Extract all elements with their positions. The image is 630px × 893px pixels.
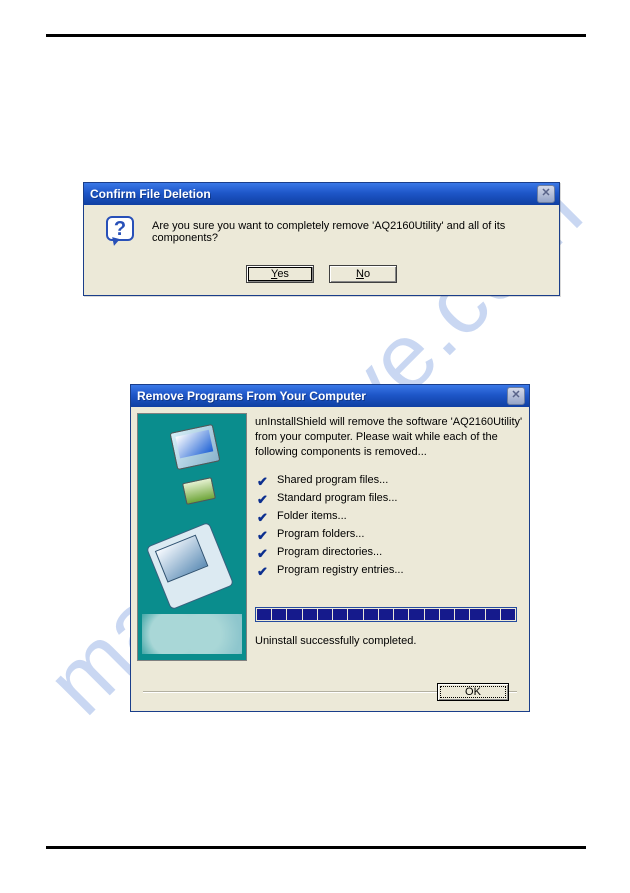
close-icon[interactable]: ✕ xyxy=(507,387,525,405)
progress-segment xyxy=(394,609,408,620)
page-top-rule xyxy=(46,34,586,37)
progress-segment xyxy=(379,609,393,620)
progress-segment xyxy=(287,609,301,620)
progress-segment xyxy=(486,609,500,620)
item-label: Program folders... xyxy=(277,528,364,540)
list-item: ✔Program directories... xyxy=(255,546,523,558)
confirm-message: Are you sure you want to completely remo… xyxy=(152,220,547,244)
progress-segment xyxy=(318,609,332,620)
status-message: Uninstall successfully completed. xyxy=(255,635,416,647)
side-illustration xyxy=(137,413,247,661)
progress-checklist: ✔Shared program files... ✔Standard progr… xyxy=(255,474,523,576)
progress-segment xyxy=(409,609,423,620)
progress-segment xyxy=(364,609,378,620)
dialog-title: Confirm File Deletion xyxy=(90,187,537,201)
progress-segment xyxy=(257,609,271,620)
progress-segment xyxy=(470,609,484,620)
progress-segment xyxy=(440,609,454,620)
list-item: ✔Standard program files... xyxy=(255,492,523,504)
titlebar[interactable]: Remove Programs From Your Computer ✕ xyxy=(131,385,529,407)
progress-segment xyxy=(425,609,439,620)
progress-segment xyxy=(455,609,469,620)
illustration-computer-icon xyxy=(146,522,235,611)
button-row: Yes No xyxy=(84,265,559,283)
item-label: Program registry entries... xyxy=(277,564,404,576)
item-label: Folder items... xyxy=(277,510,347,522)
check-icon: ✔ xyxy=(257,492,268,508)
list-item: ✔Folder items... xyxy=(255,510,523,522)
ok-button-row: OK xyxy=(431,683,515,701)
item-label: Standard program files... xyxy=(277,492,397,504)
item-label: Program directories... xyxy=(277,546,382,558)
check-icon: ✔ xyxy=(257,510,268,526)
check-icon: ✔ xyxy=(257,528,268,544)
no-rest: o xyxy=(364,268,370,280)
progress-segment xyxy=(303,609,317,620)
progress-segment xyxy=(333,609,347,620)
illustration-chip-icon xyxy=(182,477,216,505)
no-accel: N xyxy=(356,268,364,280)
progress-segment xyxy=(272,609,286,620)
progress-segment xyxy=(348,609,362,620)
list-item: ✔Shared program files... xyxy=(255,474,523,486)
yes-button[interactable]: Yes xyxy=(246,265,314,283)
yes-rest: es xyxy=(277,268,289,280)
question-icon-tail xyxy=(110,237,120,247)
list-item: ✔Program registry entries... xyxy=(255,564,523,576)
progress-bar xyxy=(255,607,517,622)
check-icon: ✔ xyxy=(257,474,268,490)
confirm-file-deletion-dialog: Confirm File Deletion ✕ ? Are you sure y… xyxy=(83,182,560,296)
check-icon: ✔ xyxy=(257,546,268,562)
illustration-cloud-icon xyxy=(142,614,242,654)
no-button[interactable]: No xyxy=(329,265,397,283)
illustration-monitor-icon xyxy=(170,424,221,470)
page-bottom-rule xyxy=(46,846,586,849)
titlebar[interactable]: Confirm File Deletion ✕ xyxy=(84,183,559,205)
item-label: Shared program files... xyxy=(277,474,388,486)
question-icon: ? xyxy=(106,216,136,246)
close-icon[interactable]: ✕ xyxy=(537,185,555,203)
list-item: ✔Program folders... xyxy=(255,528,523,540)
question-mark-glyph: ? xyxy=(106,216,134,241)
dialog-title: Remove Programs From Your Computer xyxy=(137,389,507,403)
progress-segment xyxy=(501,609,515,620)
ok-button[interactable]: OK xyxy=(437,683,509,701)
intro-text: unInstallShield will remove the software… xyxy=(255,415,523,460)
check-icon: ✔ xyxy=(257,564,268,580)
remove-programs-dialog: Remove Programs From Your Computer ✕ unI… xyxy=(130,384,530,712)
